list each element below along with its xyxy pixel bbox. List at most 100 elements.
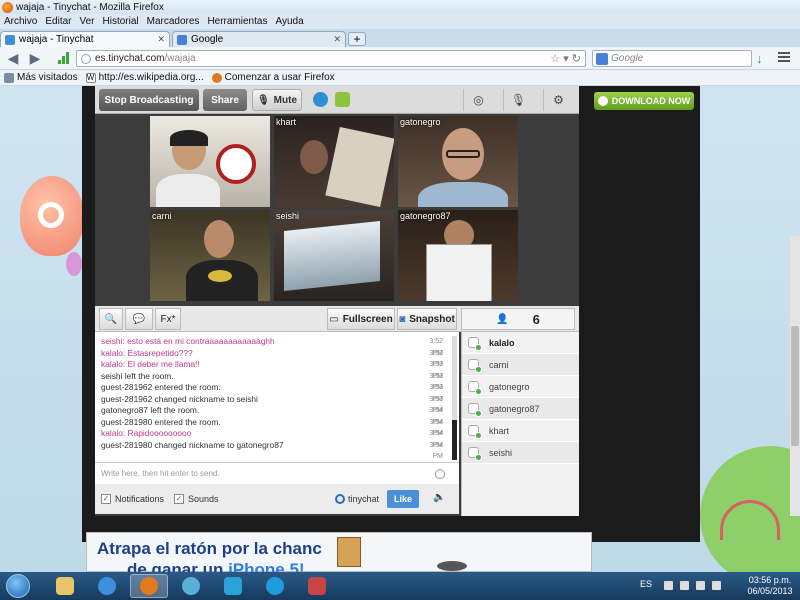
skype-icon[interactable] [313,92,328,107]
menu-icon[interactable] [778,52,790,62]
menu-archivo[interactable]: Archivo [4,16,37,27]
download-icon[interactable]: ↓ [756,51,763,66]
page-content: DOWNLOAD NOW Stop Broadcasting Share 🎙 M… [0,86,800,572]
checkbox-checked-icon: ✓ [174,494,185,504]
language-indicator[interactable]: ES [640,579,652,589]
url-bar[interactable]: es.tinychat.com/wajaja ☆ ▾ ↻ [76,50,586,67]
android-icon[interactable] [335,92,350,107]
user-list-item[interactable]: khart [462,420,579,442]
ad-subline-a: de ganar un [127,560,229,572]
new-tab-button[interactable]: + [348,32,366,46]
user-list: kalalo carni gatonegro gatonegro87 khart seis… [461,332,579,516]
flag-icon[interactable] [664,581,673,590]
system-clock[interactable]: 03:56 p.m. 06/05/2013 [742,575,798,597]
camera-settings-icon[interactable]: ◎ [463,89,493,111]
tinychat-taskbar-button[interactable] [214,574,252,598]
speaker-icon[interactable]: 🔈 [433,492,445,503]
tinychat-app: Stop Broadcasting Share 🎙 Mute ◎ 🎙 ⚙ kha… [95,86,579,516]
taskbar: ES 03:56 p.m. 06/05/2013 [0,572,800,600]
bookmarks-toolbar: Más visitados W http://es.wikipedia.org.… [0,70,800,86]
explorer-button[interactable] [46,574,84,598]
chat-message: guest-281980 changed nickname to gatoneg… [101,440,453,461]
user-name: gatonegro87 [489,403,540,414]
network-icon[interactable] [680,581,689,590]
forward-icon[interactable]: ▶ [26,50,44,67]
user-count-tab[interactable]: 👤 6 [461,308,575,330]
video-tile-label: gatonegro [400,117,441,127]
google-icon [177,34,187,45]
media-taskbar-button[interactable] [298,574,336,598]
user-list-item[interactable]: carni [462,354,579,376]
snapshot-button[interactable]: ◙ Snapshot [397,308,457,330]
google-icon[interactable] [596,52,608,65]
close-icon[interactable]: ✕ [157,34,165,45]
back-icon[interactable]: ◀ [4,50,22,67]
menu-editar[interactable]: Editar [45,16,71,27]
fx-button[interactable]: Fx* [155,308,181,330]
tab-google[interactable]: Google ✕ [172,31,346,47]
user-icon: 👤 [496,313,509,325]
video-tile[interactable]: khart [274,116,394,207]
menu-ayuda[interactable]: Ayuda [275,16,303,27]
tinychat-logo: tinychat [335,494,379,504]
advertisement-banner[interactable]: Atrapa el ratón por la chanc de ganar un… [86,532,592,572]
user-status-icon [468,337,482,351]
bookmark-star-icon[interactable]: ☆ ▾ ↻ [550,52,581,65]
microphone-icon[interactable]: 🎙 [503,89,533,111]
video-tile-label: carni [152,211,172,221]
chat-message: kalalo: Rapidooooooooo 3:54 PM [101,428,453,449]
zoom-icon[interactable]: 🔍 [99,308,123,330]
firefox-taskbar-button[interactable] [130,574,168,598]
skype-taskbar-button[interactable] [256,574,294,598]
internet-explorer-button[interactable] [88,574,126,598]
bookmark-firefox[interactable]: Comenzar a usar Firefox [211,72,335,83]
user-list-item[interactable]: gatonegro [462,376,579,398]
menu-historial[interactable]: Historial [103,16,139,27]
like-button[interactable]: Like [387,490,419,508]
chat-message: guest-281962 changed nickname to seishi 3… [101,394,453,415]
chat-message-time: 3:54 PM [429,430,443,449]
clock-app-button[interactable] [172,574,210,598]
bookmark-wikipedia[interactable]: W http://es.wikipedia.org... [85,72,204,83]
chat-scrollbar[interactable] [452,336,457,460]
gear-icon[interactable]: ⚙ [543,89,573,111]
mute-label: Mute [273,94,298,106]
close-icon[interactable]: ✕ [333,34,341,45]
bookmarks-icon [4,72,14,83]
user-list-item[interactable]: gatonegro87 [462,398,579,420]
page-scrollbar[interactable] [790,236,800,516]
menu-ver[interactable]: Ver [79,16,94,27]
volume-icon[interactable] [696,581,705,590]
tab-tinychat[interactable]: wajaja - Tinychat ✕ [0,31,170,47]
start-button[interactable] [6,574,30,598]
video-tile[interactable]: carni [150,210,270,301]
site-identity-icon[interactable] [81,53,91,64]
tinychat-icon [335,494,345,504]
search-bar[interactable]: Google [592,50,752,67]
mute-button[interactable]: 🎙 Mute [252,89,302,111]
fullscreen-icon: ▭ [329,313,339,325]
stop-broadcasting-button[interactable]: Stop Broadcasting [99,89,199,111]
video-tile[interactable]: seishi [274,210,394,301]
user-list-item[interactable]: kalalo [462,332,579,354]
video-tile[interactable] [150,116,270,207]
snapshot-label: Snapshot [409,313,455,325]
notifications-checkbox[interactable]: ✓ Notifications [101,494,164,504]
fullscreen-button[interactable]: ▭ Fullscreen [327,308,395,330]
share-button[interactable]: Share [203,89,247,111]
chat-message-text: guest-281980 entered the room. [101,416,221,427]
video-tile[interactable]: gatonegro [398,116,518,207]
download-now-button[interactable]: DOWNLOAD NOW [594,92,694,110]
user-list-item[interactable]: seishi [462,442,579,464]
menu-herramientas[interactable]: Herramientas [207,16,267,27]
chat-input[interactable]: Write here, then hit enter to send. [95,462,459,484]
battery-icon[interactable] [712,581,721,590]
sounds-checkbox[interactable]: ✓ Sounds [174,494,219,504]
emoticon-icon[interactable] [435,469,445,479]
chat-bubbles-icon[interactable]: 💬 [125,308,153,330]
bookmark-most-visited[interactable]: Más visitados [4,72,78,83]
menu-marcadores[interactable]: Marcadores [147,16,200,27]
menu-bar: Archivo Editar Ver Historial Marcadores … [0,14,800,29]
video-tile[interactable]: gatonegro87 [398,210,518,301]
chat-message-time: 3:53 PM [429,384,443,403]
